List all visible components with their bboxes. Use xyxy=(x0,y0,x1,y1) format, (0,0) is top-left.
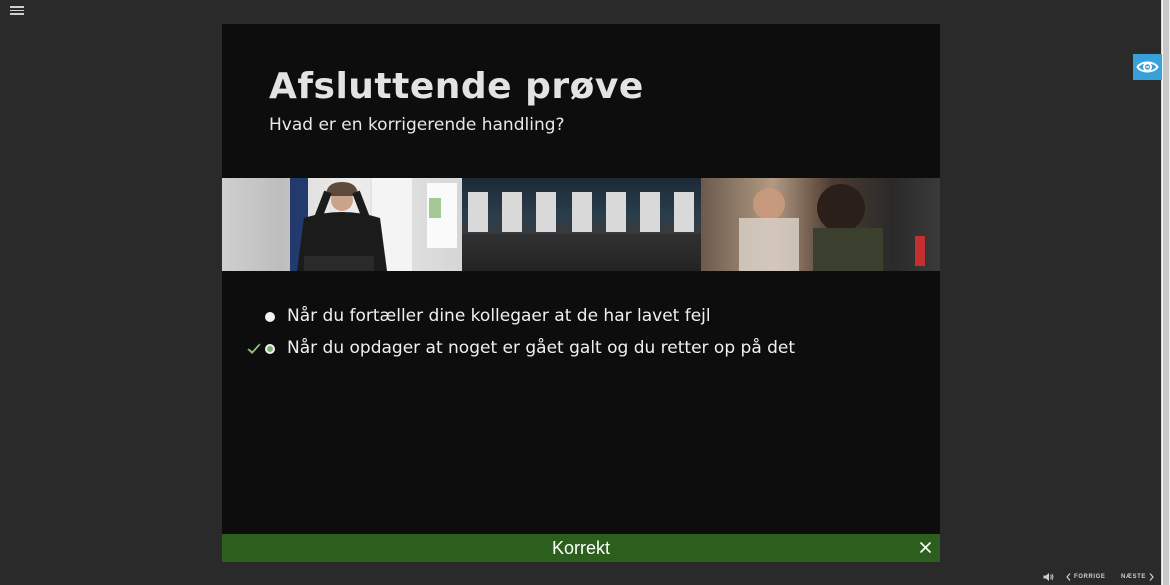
checkmark-icon xyxy=(247,343,261,355)
hamburger-menu-icon xyxy=(10,6,24,8)
scrollbar-thumb[interactable] xyxy=(1163,0,1169,585)
couple-conversation-image xyxy=(701,178,940,271)
eye-icon xyxy=(1136,61,1159,73)
chevron-left-icon xyxy=(1066,573,1071,581)
answer-option-1[interactable]: Når du fortæller dine kollegaer at de ha… xyxy=(222,305,940,333)
next-button[interactable]: NÆSTE xyxy=(1121,573,1154,581)
close-icon[interactable] xyxy=(919,541,932,554)
answer-label: Når du opdager at noget er gået galt og … xyxy=(287,338,796,358)
question-text: Hvad er en korrigerende handling? xyxy=(269,115,565,135)
speaker-icon[interactable] xyxy=(1043,572,1054,582)
doors-image xyxy=(462,178,701,271)
radio-button[interactable] xyxy=(265,312,275,322)
image-strip xyxy=(222,178,940,271)
chevron-right-icon xyxy=(1149,573,1154,581)
previous-label: FORRIGE xyxy=(1074,574,1106,580)
radio-button-selected[interactable] xyxy=(265,344,275,354)
answer-label: Når du fortæller dine kollegaer at de ha… xyxy=(287,306,711,326)
next-label: NÆSTE xyxy=(1121,574,1147,580)
scrollbar[interactable] xyxy=(1161,0,1170,585)
quiz-slide: Afsluttende prøve Hvad er en korrigerend… xyxy=(222,24,940,562)
menu-button[interactable] xyxy=(10,4,24,16)
accessibility-eye-button[interactable] xyxy=(1133,54,1162,80)
feedback-text: Korrekt xyxy=(551,538,611,558)
stressed-person-image xyxy=(222,178,462,271)
feedback-banner: Korrekt xyxy=(222,534,940,562)
previous-button[interactable]: FORRIGE xyxy=(1066,573,1106,581)
answer-option-2[interactable]: Når du opdager at noget er gået galt og … xyxy=(222,337,940,365)
slide-title: Afsluttende prøve xyxy=(269,66,644,107)
